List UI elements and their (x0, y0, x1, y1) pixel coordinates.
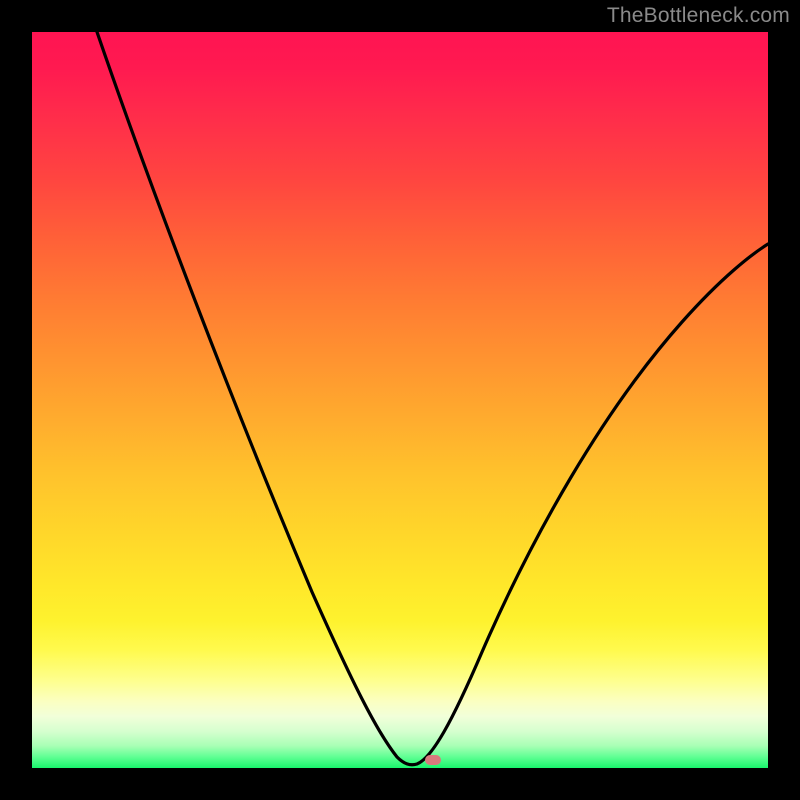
bottleneck-curve (32, 32, 768, 768)
chart-frame: TheBottleneck.com (0, 0, 800, 800)
plot-area (32, 32, 768, 768)
watermark-text: TheBottleneck.com (607, 4, 790, 28)
optimal-marker (425, 755, 441, 765)
